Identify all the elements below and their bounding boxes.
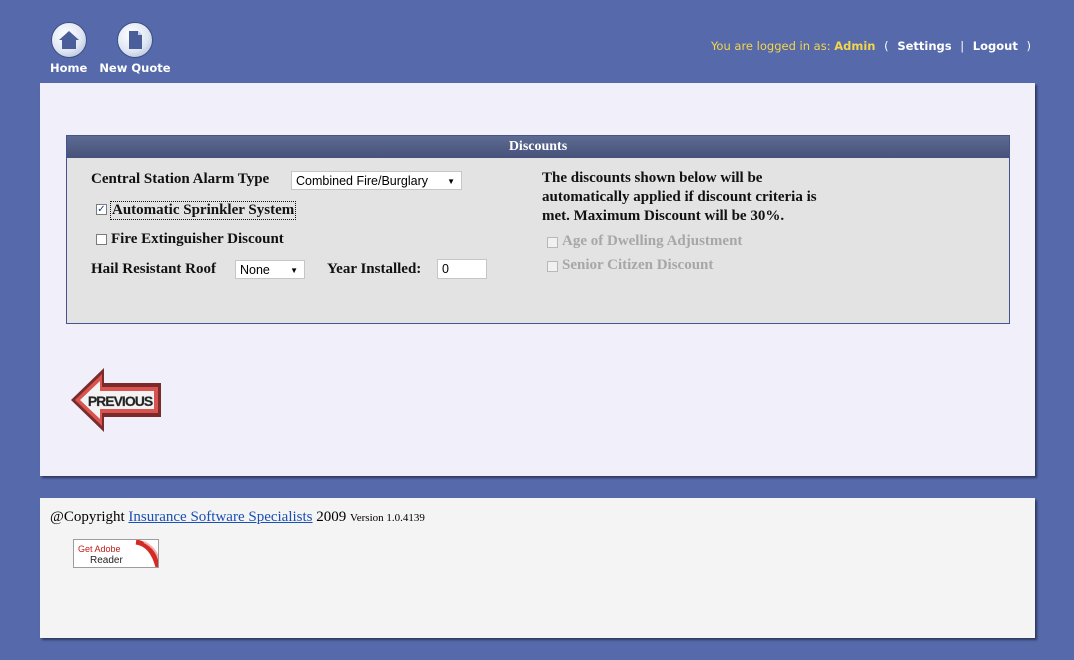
get-adobe-reader-button[interactable]: Get Adobe Reader [73,539,159,568]
senior-citizen-checkbox[interactable] [547,261,558,272]
sprinkler-checkbox[interactable]: ✓ [96,204,107,215]
home-icon [50,22,87,58]
document-icon [116,22,153,58]
extinguisher-label[interactable]: Fire Extinguisher Discount [111,231,284,248]
home-label: Home [50,61,88,75]
dropdown-arrow-icon: ▼ [290,266,298,275]
close-paren: ) [1026,39,1032,53]
alarm-type-label: Central Station Alarm Type [91,171,270,187]
version-text: Version 1.0.4139 [350,512,425,524]
year-installed-input[interactable]: 0 [437,259,487,279]
age-dwelling-checkbox[interactable] [547,237,558,248]
open-paren: ( [884,39,889,53]
extinguisher-checkbox[interactable] [96,234,107,245]
previous-arrow-icon: PREVIOUS [71,368,161,432]
alarm-type-value: Combined Fire/Burglary [296,174,428,188]
main-panel: Discounts Central Station Alarm Type Com… [40,83,1035,476]
copyright-line: @Copyright Insurance Software Specialist… [50,509,425,526]
top-nav: Home New Quote [50,22,171,75]
hail-roof-select[interactable]: None ▼ [235,260,305,279]
username: Admin [834,39,876,53]
year-installed-label: Year Installed: [327,261,422,277]
divider: | [960,39,965,53]
previous-button[interactable]: PREVIOUS [68,365,164,440]
logout-link[interactable]: Logout [973,39,1018,53]
adobe-get-text: Get Adobe [78,544,121,554]
copyright-prefix: @Copyright [50,509,125,525]
settings-link[interactable]: Settings [897,39,951,53]
logged-in-text: You are logged in as: [710,39,831,53]
new-quote-label: New Quote [99,61,171,75]
hail-roof-label: Hail Resistant Roof [91,261,216,277]
discounts-title: Discounts [67,136,1009,158]
age-dwelling-label: Age of Dwelling Adjustment [562,233,743,249]
sprinkler-label[interactable]: Automatic Sprinkler System [110,201,297,220]
footer-panel: @Copyright Insurance Software Specialist… [40,498,1035,638]
copyright-year: 2009 [316,509,347,525]
company-link[interactable]: Insurance Software Specialists [128,509,312,525]
discounts-section: Discounts Central Station Alarm Type Com… [66,135,1010,324]
dropdown-arrow-icon: ▼ [447,177,455,186]
home-button[interactable]: Home [50,22,87,75]
senior-citizen-label: Senior Citizen Discount [562,257,714,273]
adobe-reader-text: Reader [90,555,123,566]
discount-note: The discounts shown below will be automa… [542,170,817,224]
previous-label: PREVIOUS [88,393,153,409]
new-quote-button[interactable]: New Quote [99,22,171,75]
hail-roof-value: None [240,263,270,277]
user-bar: You are logged in as: Admin ( Settings |… [711,39,1036,53]
alarm-type-select[interactable]: Combined Fire/Burglary ▼ [291,171,462,190]
